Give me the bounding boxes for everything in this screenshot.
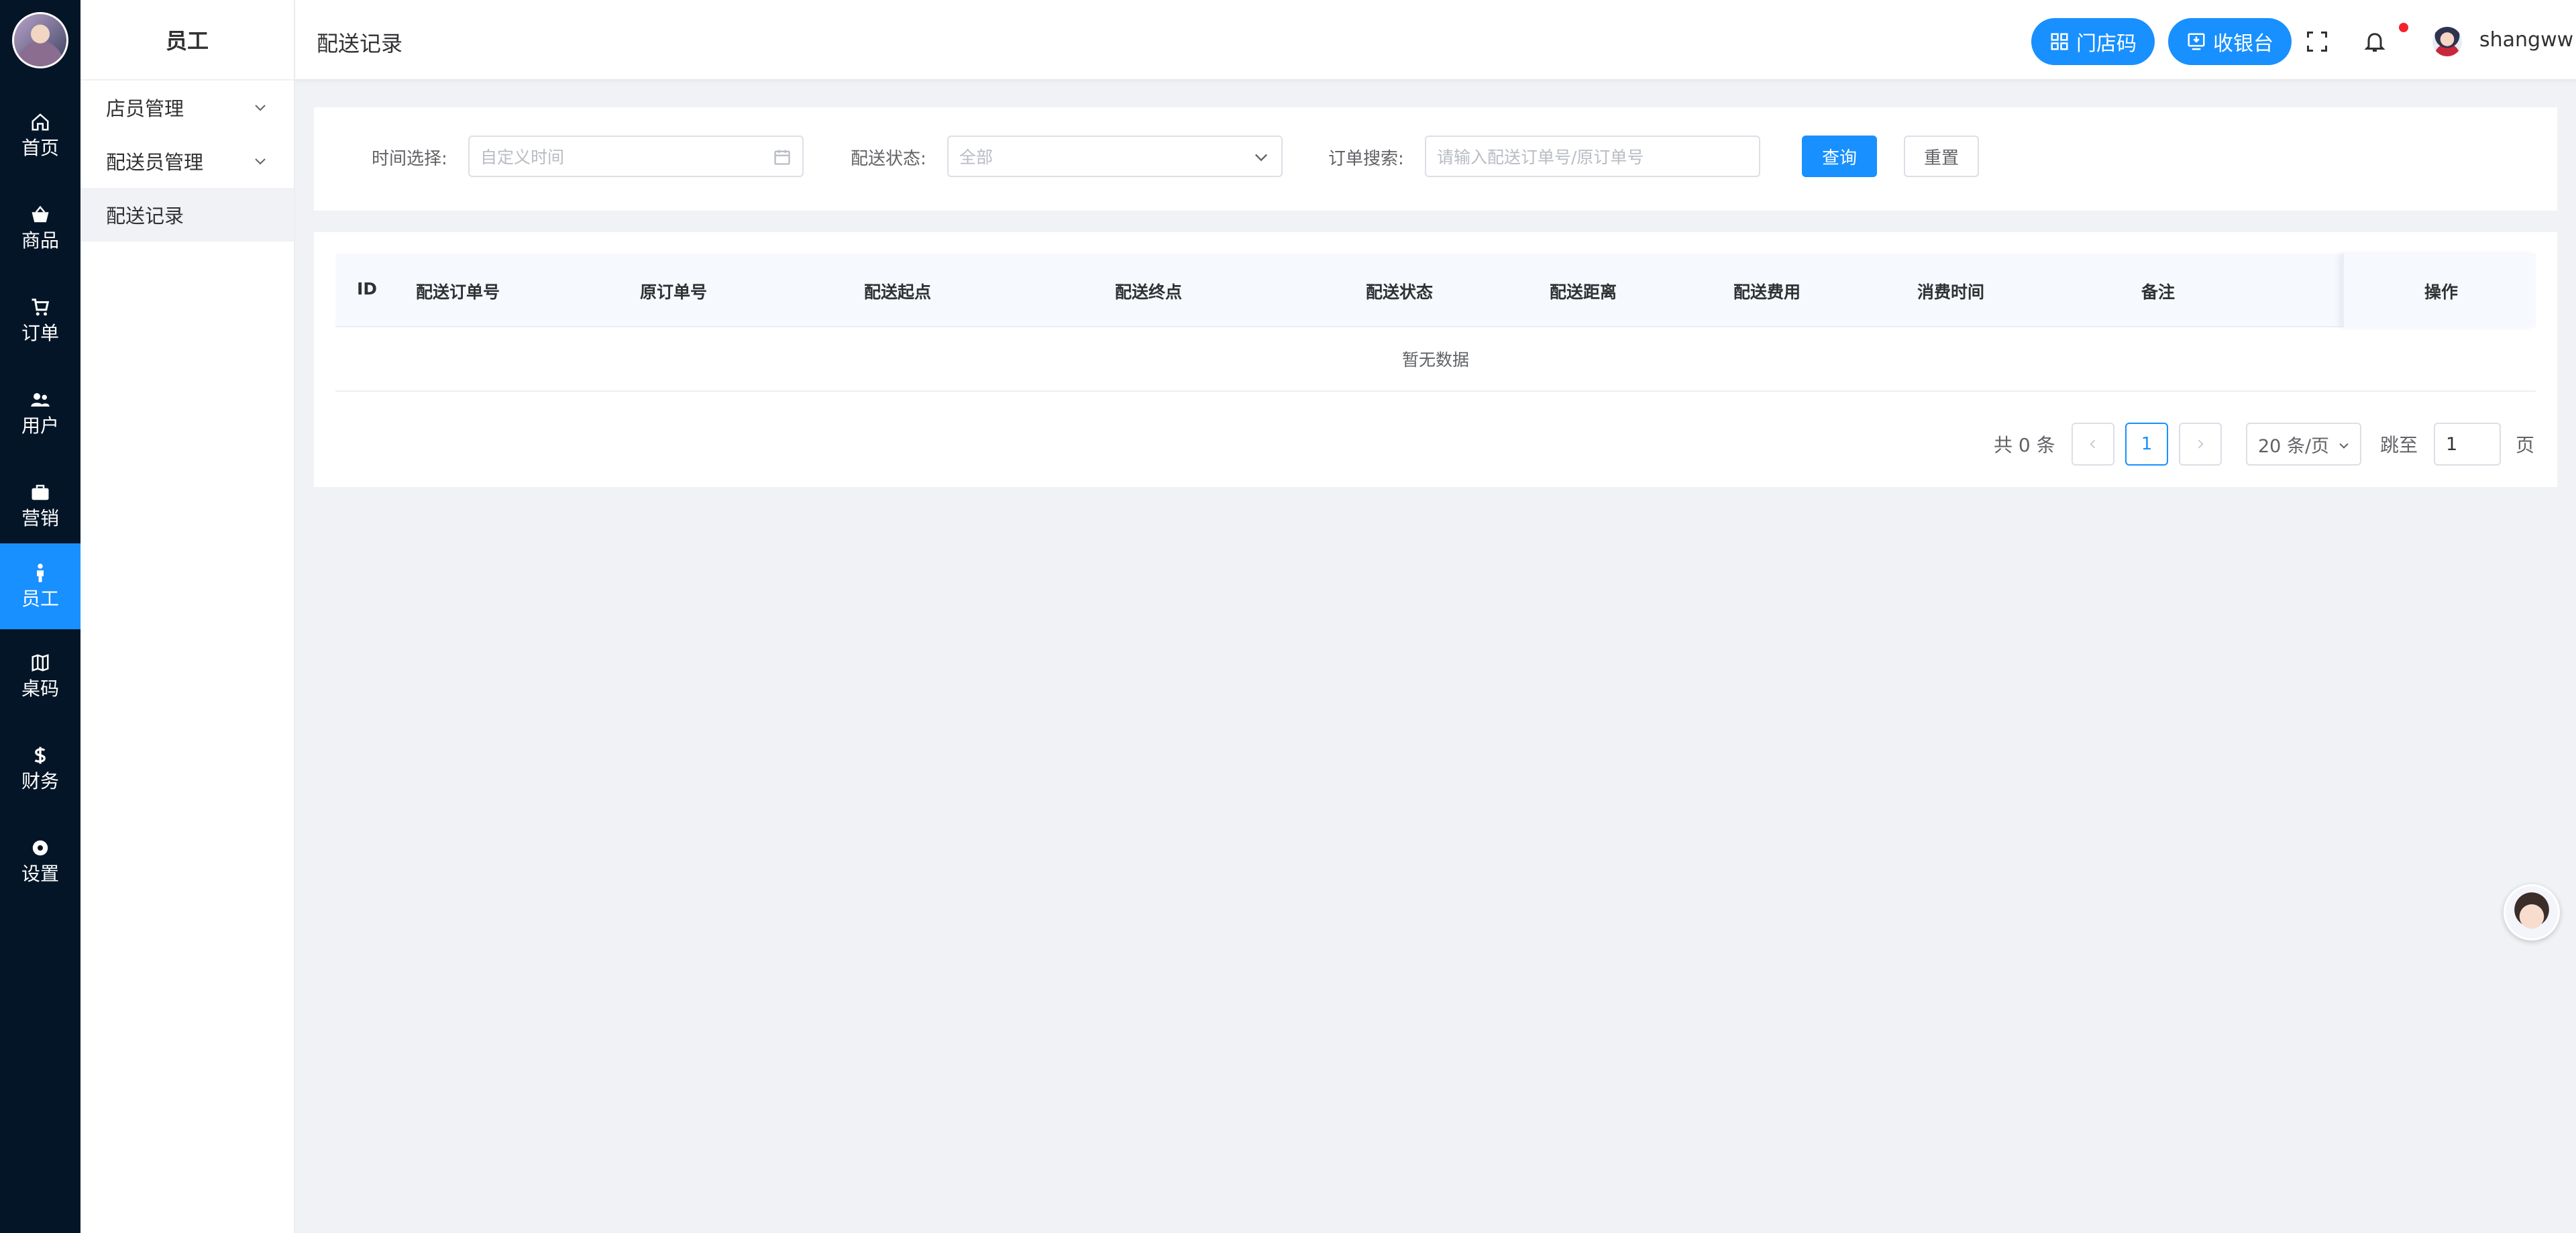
dollar-icon	[34, 747, 46, 764]
chevron-down-icon	[255, 158, 266, 165]
page-size-value: 20 条/页	[2258, 435, 2330, 457]
time-range-picker[interactable]: 自定义时间	[468, 136, 804, 177]
chevron-down-icon	[2339, 443, 2349, 449]
column-header-original-order-no: 原订单号	[640, 282, 708, 302]
user-avatar[interactable]	[2432, 27, 2462, 56]
submenu-title: 员工	[80, 0, 294, 81]
prev-page-button[interactable]	[2072, 423, 2114, 466]
store-avatar[interactable]	[12, 12, 68, 68]
bell-icon[interactable]	[2363, 30, 2387, 54]
status-select-value: 全部	[959, 148, 994, 167]
order-search-input[interactable]: 请输入配送订单号/原订单号	[1425, 136, 1760, 177]
person-icon	[37, 564, 44, 582]
order-search-placeholder: 请输入配送订单号/原订单号	[1437, 148, 1644, 167]
store-code-label: 门店码	[2076, 32, 2137, 56]
briefcase-icon	[32, 484, 49, 500]
cart-icon	[32, 299, 50, 316]
fixed-column-header: 操作	[2343, 254, 2536, 327]
nav-item-label: 桌码	[21, 678, 59, 700]
column-header-start-point: 配送起点	[864, 282, 932, 302]
page-size-select[interactable]: 20 条/页	[2246, 423, 2361, 466]
delivery-status-select[interactable]: 全部	[947, 136, 1283, 177]
page-suffix-label: 页	[2516, 434, 2535, 456]
submenu-item-label: 配送记录	[106, 205, 184, 227]
sub-menu: 员工 店员管理 配送员管理 配送记录	[80, 0, 295, 1233]
nav-item-home[interactable]: 首页	[0, 94, 80, 177]
submenu-item-clerk-management[interactable]: 店员管理	[80, 81, 294, 134]
nav-item-label: 商品	[21, 229, 59, 252]
column-header-end-point: 配送终点	[1115, 282, 1183, 302]
table-header: ID 配送订单号 原订单号 配送起点 配送终点 配送状态 配送距离 配送费用 消…	[335, 254, 2536, 327]
submenu-item-courier-management[interactable]: 配送员管理	[80, 134, 294, 188]
calendar-icon	[774, 150, 790, 165]
chevron-left-icon	[2090, 439, 2096, 449]
assistant-avatar-button[interactable]	[2504, 884, 2560, 941]
users-icon	[31, 393, 50, 407]
chevron-right-icon	[2198, 439, 2204, 449]
submenu-item-delivery-records[interactable]: 配送记录	[80, 188, 294, 242]
nav-item-label: 订单	[21, 322, 59, 344]
top-header: 配送记录 门店码 收银台 shangww	[295, 0, 2576, 81]
reset-button[interactable]: 重置	[1904, 136, 1979, 177]
nav-item-label: 财务	[21, 770, 59, 792]
cashier-label: 收银台	[2213, 32, 2273, 56]
column-header-fee: 配送费用	[1733, 282, 1801, 302]
nav-item-label: 营销	[21, 507, 59, 529]
query-button[interactable]: 查询	[1802, 136, 1877, 177]
fullscreen-icon[interactable]	[2305, 30, 2329, 54]
jump-to-label: 跳至	[2380, 434, 2418, 456]
nav-item-users[interactable]: 用户	[0, 372, 80, 455]
submenu-item-label: 配送员管理	[106, 151, 204, 174]
chevron-down-icon	[1255, 154, 1267, 162]
nav-item-finance[interactable]: 财务	[0, 727, 80, 810]
jump-page-input[interactable]: 1	[2434, 423, 2501, 466]
page-number-button[interactable]: 1	[2125, 423, 2168, 466]
next-page-button[interactable]	[2179, 423, 2222, 466]
column-header-remark: 备注	[2141, 282, 2176, 302]
map-icon	[32, 654, 49, 672]
time-picker-placeholder: 自定义时间	[480, 148, 565, 167]
nav-item-label: 设置	[21, 863, 59, 885]
filter-bar: 时间选择: 自定义时间 配送状态: 全部 订单搜索: 请输入配送订单号/原订单号…	[314, 107, 2557, 211]
nav-item-label: 用户	[21, 415, 59, 437]
store-code-button[interactable]: 门店码	[2031, 18, 2155, 65]
cashier-button[interactable]: 收银台	[2168, 18, 2292, 65]
nav-item-label: 首页	[21, 137, 59, 159]
delivery-records-table: ID 配送订单号 原订单号 配送起点 配送终点 配送状态 配送距离 配送费用 消…	[314, 232, 2557, 487]
username[interactable]: shangww	[2479, 28, 2573, 52]
column-header-delivery-status: 配送状态	[1366, 282, 1434, 302]
status-filter-label: 配送状态:	[851, 149, 926, 169]
nav-item-marketing[interactable]: 营销	[0, 464, 80, 547]
nav-item-table-code[interactable]: 桌码	[0, 635, 80, 718]
nav-item-staff[interactable]: 员工	[0, 543, 80, 629]
order-search-label: 订单搜索:	[1328, 149, 1404, 169]
basket-icon	[32, 205, 49, 223]
time-filter-label: 时间选择:	[372, 149, 447, 169]
submenu-item-label: 店员管理	[106, 97, 184, 120]
notification-dot	[2399, 23, 2408, 32]
empty-state-text: 暂无数据	[335, 327, 2536, 392]
nav-item-orders[interactable]: 订单	[0, 279, 80, 362]
nav-item-label: 员工	[21, 588, 59, 610]
column-header-consume-time: 消费时间	[1917, 282, 1985, 302]
gear-icon	[32, 840, 48, 856]
main-nav-rail: 首页 商品 订单 用户 营销 员工 桌码 财务 设置	[0, 0, 80, 1233]
page-title: 配送记录	[317, 31, 403, 56]
home-icon	[32, 113, 49, 131]
column-header-distance: 配送距离	[1550, 282, 1617, 302]
nav-item-goods[interactable]: 商品	[0, 186, 80, 270]
column-header-actions: 操作	[2424, 282, 2459, 302]
chevron-down-icon	[255, 105, 266, 111]
cashier-icon	[2188, 33, 2205, 50]
nav-item-settings[interactable]: 设置	[0, 820, 80, 903]
column-header-delivery-order-no: 配送订单号	[416, 282, 500, 302]
grid-icon	[2051, 33, 2068, 50]
pagination-total: 共 0 条	[1994, 434, 2055, 456]
column-header-id: ID	[357, 279, 378, 299]
